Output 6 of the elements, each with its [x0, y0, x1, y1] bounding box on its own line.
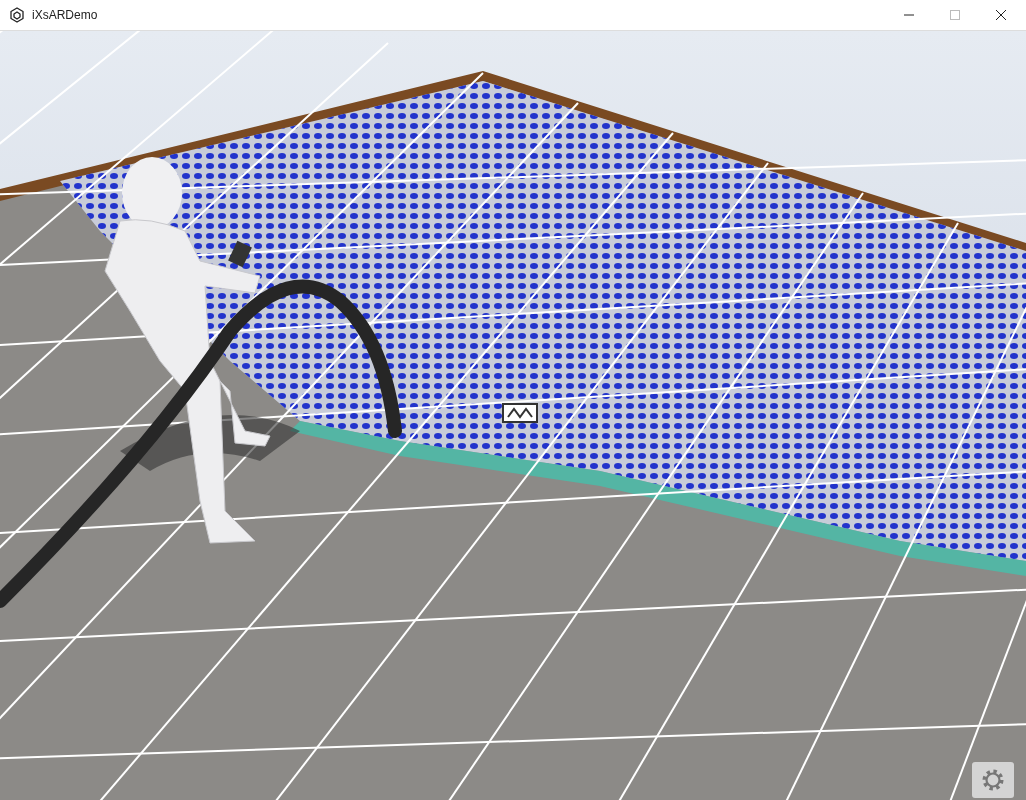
settings-button[interactable] [972, 762, 1014, 798]
window-title: iXsARDemo [32, 8, 98, 22]
maximize-icon[interactable] [950, 10, 960, 20]
close-icon[interactable] [996, 10, 1006, 20]
settings-icon [981, 768, 1005, 792]
cube-logo-icon [9, 7, 25, 23]
